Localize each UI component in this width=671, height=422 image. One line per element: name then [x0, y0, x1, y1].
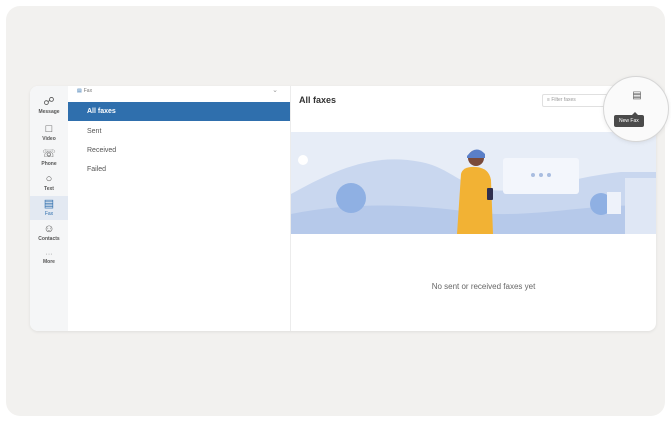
rail-label-contacts: Contacts: [38, 236, 60, 242]
sidebar-item-label: Failed: [87, 166, 107, 173]
app-rail: ☍ Message □ Video ☏ Phone ○ Text ▤ Fax ☺…: [30, 86, 69, 331]
collapse-chevron-icon[interactable]: ⌄: [272, 86, 278, 94]
fax-sidebar: ▤ Fax ⌄ All faxes Sent Received Failed: [68, 86, 291, 331]
fax-icon: ▤: [43, 198, 55, 210]
rail-item-video[interactable]: □ Video: [30, 121, 68, 145]
text-icon: ○: [45, 173, 53, 185]
rail-label-video: Video: [42, 136, 56, 142]
rail-label-more: More: [43, 258, 55, 265]
app-window: ☍ Message □ Video ☏ Phone ○ Text ▤ Fax ☺…: [30, 86, 656, 331]
new-fax-magnifier: ▤ New Fax: [603, 76, 669, 142]
fax-header-icon: ▤: [77, 88, 82, 94]
rail-item-phone[interactable]: ☏ Phone: [30, 146, 68, 170]
new-fax-icon: ▤: [632, 89, 642, 101]
rail-label-phone: Phone: [41, 161, 57, 167]
contacts-icon: ☺: [43, 223, 55, 235]
sidebar-item-failed[interactable]: Failed: [68, 160, 290, 179]
sidebar-item-received[interactable]: Received: [68, 141, 290, 160]
rail-item-message[interactable]: ☍ Message: [30, 94, 68, 118]
new-fax-tooltip: New Fax: [614, 112, 644, 127]
filter-placeholder: Filter faxes: [551, 97, 576, 103]
more-icon: ···: [45, 250, 53, 258]
message-icon: ☍: [43, 96, 55, 108]
rail-item-text[interactable]: ○ Text: [30, 171, 68, 195]
rail-item-contacts[interactable]: ☺ Contacts: [30, 221, 68, 245]
illustration-svg: [291, 149, 656, 234]
rail-label-text: Text: [44, 186, 54, 192]
rail-label-message: Message: [38, 109, 60, 115]
page-title: All faxes: [299, 95, 337, 105]
rail-item-more[interactable]: ··· More: [30, 246, 68, 270]
sidebar-item-label: Sent: [87, 128, 102, 135]
sidebar-item-label: Received: [87, 147, 117, 154]
video-icon: □: [45, 123, 53, 135]
sidebar-item-sent[interactable]: Sent: [68, 122, 290, 141]
phone-icon: ☏: [42, 148, 56, 160]
rail-label-fax: Fax: [44, 211, 54, 217]
empty-state-illustration: [291, 132, 656, 234]
filter-icon: ≡: [547, 97, 550, 103]
sidebar-header: ▤ Fax: [77, 88, 92, 94]
sidebar-item-label: All faxes: [87, 108, 116, 115]
rail-item-fax[interactable]: ▤ Fax: [30, 196, 68, 220]
sidebar-item-all-faxes[interactable]: All faxes: [68, 102, 290, 121]
empty-state-message: No sent or received faxes yet: [431, 282, 536, 291]
sidebar-header-label: Fax: [83, 88, 93, 94]
new-fax-button[interactable]: ▤: [630, 88, 644, 102]
main-content: All faxes ≡ Filter faxes No sent or rece…: [291, 86, 656, 331]
